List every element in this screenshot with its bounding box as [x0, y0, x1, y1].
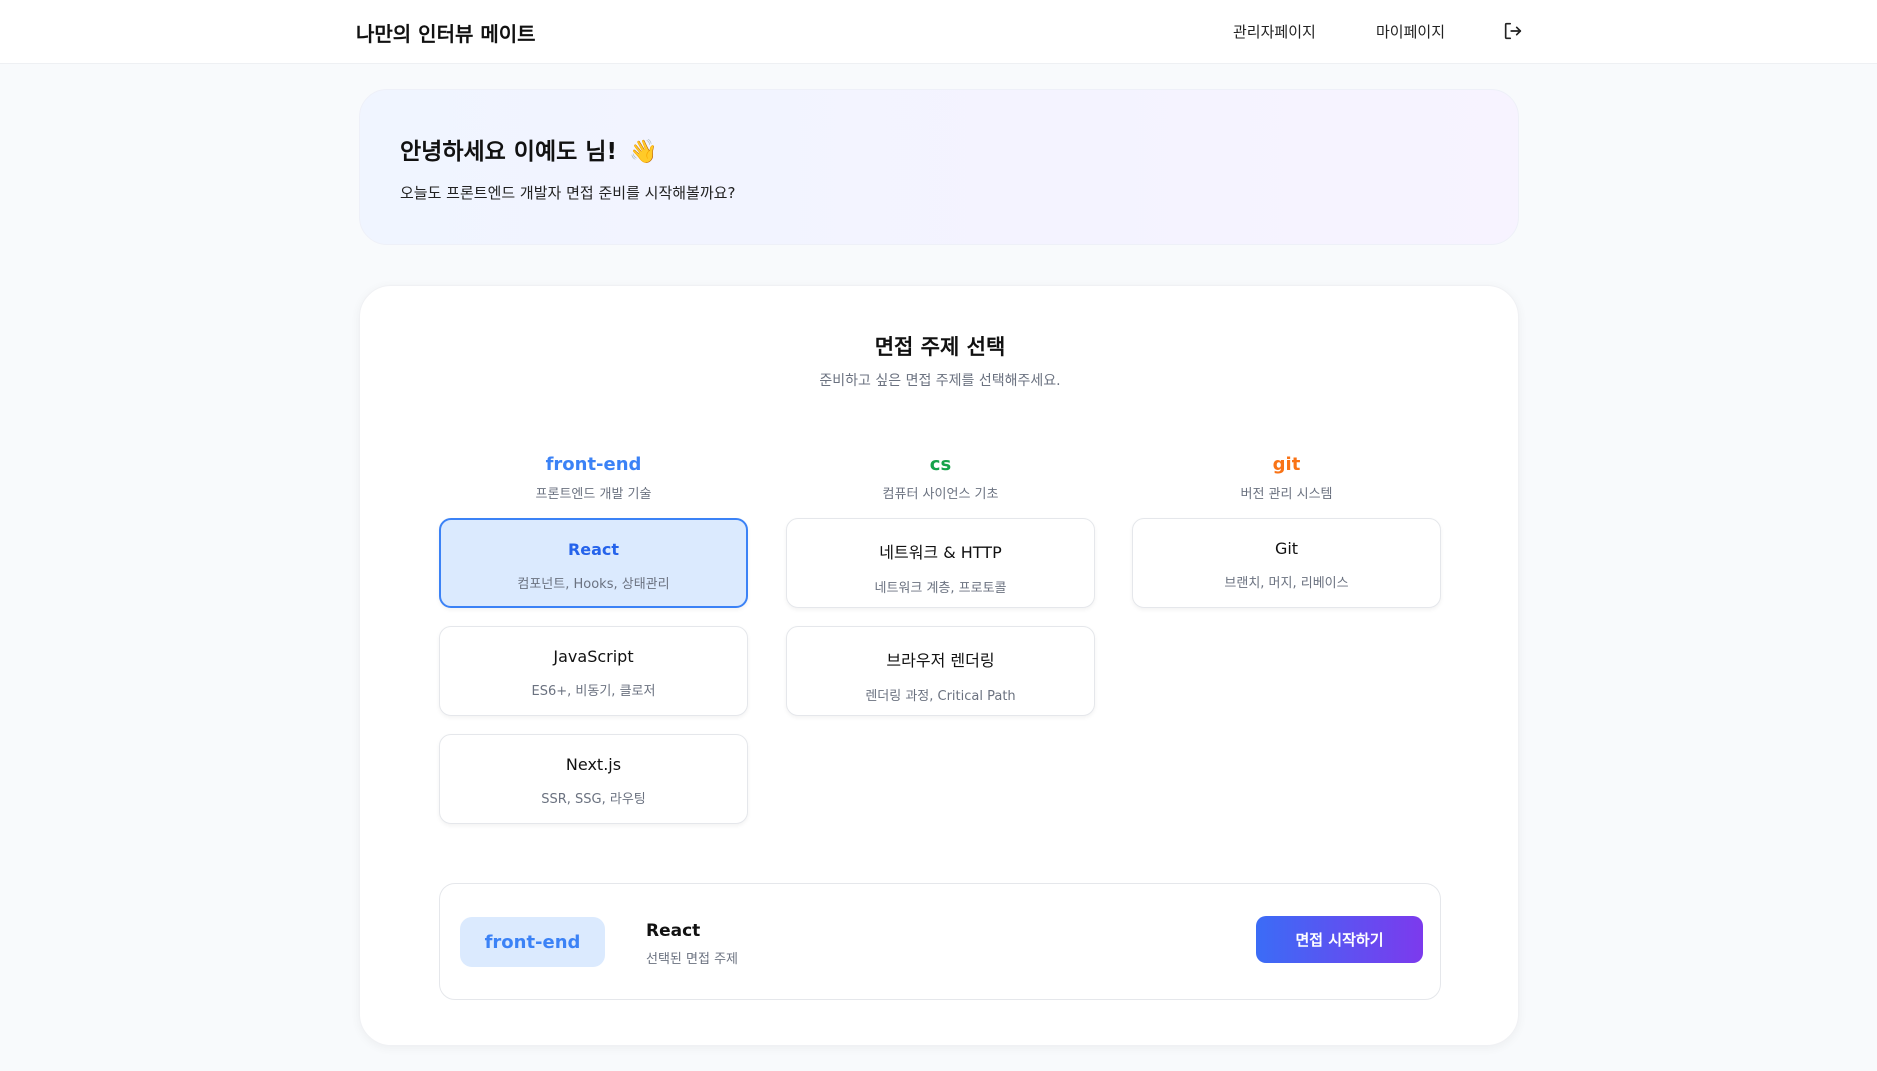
welcome-title: 안녕하세요 이예도 님! 👋: [400, 132, 658, 166]
category-header-front-end: front-end 프론트엔드 개발 기술: [439, 454, 748, 502]
topic-name: JavaScript: [553, 647, 634, 666]
category-header-git: git 버전 관리 시스템: [1132, 454, 1441, 502]
category-name: cs: [929, 454, 952, 475]
welcome-greeting: 안녕하세요 이예도 님!: [400, 139, 617, 165]
topic-name: Git: [1274, 539, 1299, 558]
topic-desc: 브랜치, 머지, 리베이스: [1224, 576, 1349, 591]
nav-admin-link[interactable]: 관리자페이지: [1233, 21, 1316, 42]
selected-topic-name: React: [646, 921, 701, 941]
topic-card-nextjs[interactable]: Next.js SSR, SSG, 라우팅: [439, 734, 748, 824]
logout-icon[interactable]: [1502, 20, 1524, 42]
top-header: 나만의 인터뷰 메이트 관리자페이지 마이페이지: [0, 0, 1877, 64]
brand-logo[interactable]: 나만의 인터뷰 메이트: [356, 18, 536, 47]
topic-desc: 컴포넌트, Hooks, 상태관리: [517, 577, 670, 592]
topic-card-browser-rendering[interactable]: 브라우저 렌더링 렌더링 과정, Critical Path: [786, 626, 1095, 716]
topic-desc: 렌더링 과정, Critical Path: [865, 689, 1016, 704]
topic-desc: SSR, SSG, 라우팅: [541, 792, 646, 807]
welcome-card: 안녕하세요 이예도 님! 👋 오늘도 프론트엔드 개발자 면접 준비를 시작해볼…: [359, 89, 1519, 245]
category-name: git: [1272, 454, 1301, 475]
category-name: front-end: [545, 454, 642, 475]
selected-category-badge: front-end: [460, 917, 605, 967]
selected-topic-caption: 선택된 면접 주제: [646, 952, 738, 967]
welcome-subtitle: 오늘도 프론트엔드 개발자 면접 준비를 시작해볼까요?: [400, 184, 736, 202]
category-desc: 프론트엔드 개발 기술: [535, 487, 652, 502]
topic-desc: ES6+, 비동기, 클로저: [531, 684, 656, 699]
topic-card-javascript[interactable]: JavaScript ES6+, 비동기, 클로저: [439, 626, 748, 716]
topic-card-network-http[interactable]: 네트워크 & HTTP 네트워크 계층, 프로토콜: [786, 518, 1095, 608]
topic-name: 브라우저 렌더링: [886, 651, 995, 670]
section-title: 면접 주제 선택: [874, 335, 1006, 359]
topic-select-card: 면접 주제 선택 준비하고 싶은 면접 주제를 선택해주세요. front-en…: [359, 285, 1519, 1046]
start-interview-button[interactable]: 면접 시작하기: [1256, 916, 1423, 963]
topic-card-git[interactable]: Git 브랜치, 머지, 리베이스: [1132, 518, 1441, 608]
topic-card-react[interactable]: React 컴포넌트, Hooks, 상태관리: [439, 518, 748, 608]
topic-name: 네트워크 & HTTP: [879, 543, 1002, 562]
topic-name: React: [567, 540, 620, 559]
selection-summary-bar: front-end React 선택된 면접 주제 면접 시작하기: [439, 883, 1441, 1000]
category-desc: 컴퓨터 사이언스 기초: [882, 487, 999, 502]
topic-desc: 네트워크 계층, 프로토콜: [874, 581, 1007, 596]
category-header-cs: cs 컴퓨터 사이언스 기초: [786, 454, 1095, 502]
nav-mypage-link[interactable]: 마이페이지: [1376, 21, 1445, 42]
category-desc: 버전 관리 시스템: [1240, 487, 1333, 502]
wave-emoji-icon: 👋: [628, 139, 658, 165]
section-subtitle: 준비하고 싶은 면접 주제를 선택해주세요.: [819, 373, 1061, 389]
topic-name: Next.js: [565, 755, 622, 774]
